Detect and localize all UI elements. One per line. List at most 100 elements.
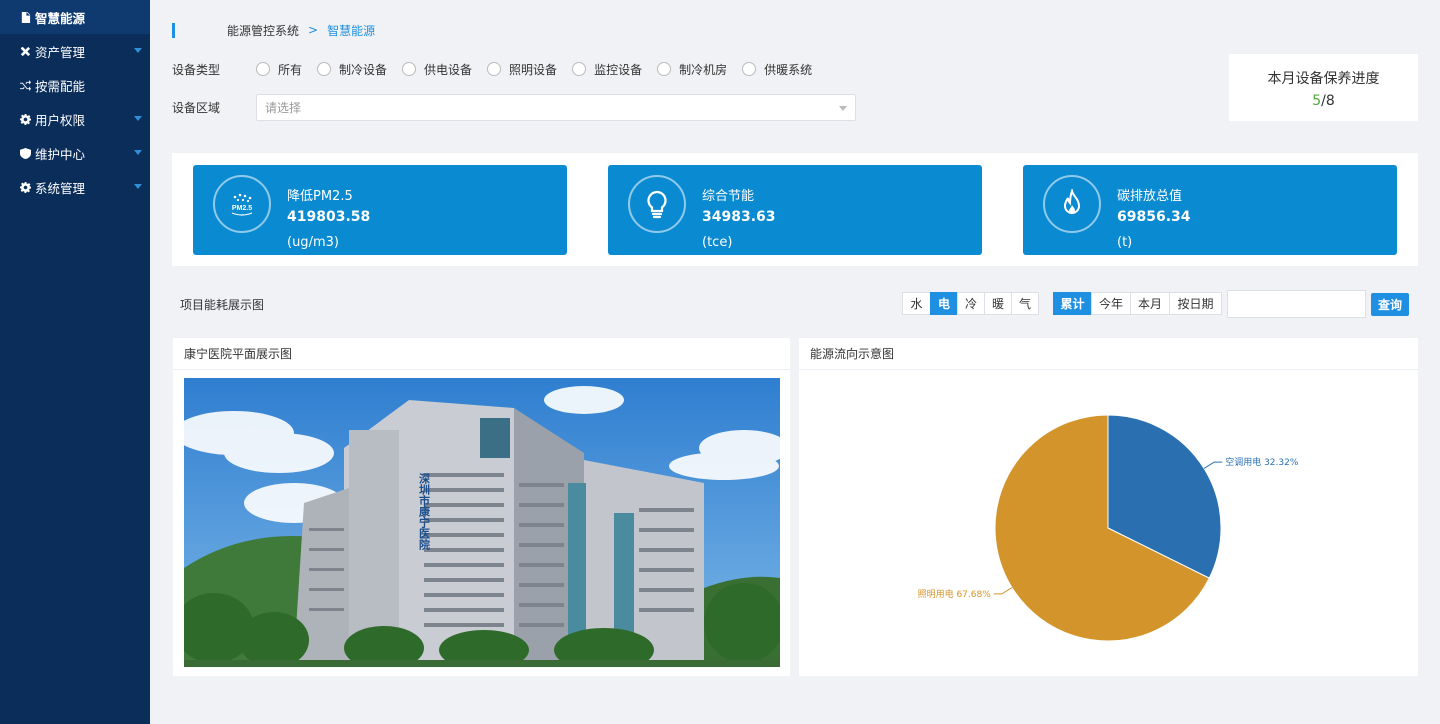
radio-heating-system[interactable]: 供暖系统 bbox=[742, 61, 812, 78]
floorplan-panel-title: 康宁医院平面展示图 bbox=[173, 338, 790, 370]
radio-power-equipment[interactable]: 供电设备 bbox=[402, 61, 472, 78]
pm25-icon: PM2.5 bbox=[213, 175, 271, 233]
stat-name: 综合节能 bbox=[702, 189, 755, 204]
stat-name: 降低PM2.5 bbox=[287, 189, 353, 204]
chevron-down-icon bbox=[134, 184, 142, 189]
device-type-filter: 设备类型 所有 制冷设备 供电设备 照明设备 监控设备 制冷机房 供暖系统 bbox=[172, 61, 827, 77]
document-icon bbox=[19, 11, 31, 23]
radio-label: 供电设备 bbox=[424, 62, 473, 77]
stat-unit: (tce) bbox=[702, 235, 733, 250]
radio-circle[interactable] bbox=[657, 62, 672, 76]
device-area-select[interactable]: 请选择 bbox=[256, 94, 856, 121]
maintenance-progress-value: 5/8 bbox=[1229, 93, 1418, 109]
shield-icon bbox=[19, 147, 31, 159]
shuffle-icon bbox=[19, 79, 31, 91]
sidebar-item-label: 系统管理 bbox=[35, 180, 86, 196]
stat-card-energy-saving: 综合节能 34983.63 (tce) bbox=[608, 165, 982, 255]
sidebar-item-label: 按需配能 bbox=[35, 78, 86, 94]
energy-flow-pie-chart: 空调用电 32.32% 照明用电 67.68% bbox=[918, 414, 1299, 642]
date-input[interactable] bbox=[1227, 290, 1366, 318]
stat-name: 碳排放总值 bbox=[1117, 189, 1183, 204]
radio-cooling-equipment[interactable]: 制冷设备 bbox=[317, 61, 387, 78]
sidebar-item-smart-energy[interactable]: 智慧能源 bbox=[0, 0, 150, 34]
sidebar-item-on-demand[interactable]: 按需配能 bbox=[0, 68, 150, 102]
flame-icon bbox=[1043, 175, 1101, 233]
query-button[interactable]: 查询 bbox=[1371, 293, 1409, 316]
energy-display-title: 项目能耗展示图 bbox=[180, 298, 265, 312]
sidebar-item-asset-management[interactable]: 资产管理 bbox=[0, 34, 150, 68]
breadcrumb-home[interactable]: 能源管控系统 bbox=[227, 22, 299, 39]
radio-all[interactable]: 所有 bbox=[256, 61, 302, 78]
pie-label-line bbox=[1203, 461, 1223, 469]
breadcrumb-accent-bar bbox=[172, 22, 175, 38]
maintenance-progress-card: 本月设备保养进度 5/8 bbox=[1229, 54, 1418, 121]
sidebar-item-label: 智慧能源 bbox=[35, 10, 86, 26]
breadcrumb-separator: > bbox=[308, 23, 319, 37]
breadcrumb-current: 智慧能源 bbox=[327, 23, 376, 38]
energy-type-toggle: 水 电 冷 暖 气 bbox=[902, 292, 1039, 315]
chevron-down-icon bbox=[134, 116, 142, 121]
maintenance-done: 5 bbox=[1312, 93, 1322, 109]
sidebar: 智慧能源 资产管理 按需配能 用户权限 维护中心 系统管理 bbox=[0, 0, 150, 724]
radio-label: 供暖系统 bbox=[764, 62, 813, 77]
stat-unit: (t) bbox=[1117, 235, 1133, 250]
sidebar-item-label: 用户权限 bbox=[35, 112, 86, 128]
radio-label: 所有 bbox=[278, 62, 303, 77]
period-by-date-button[interactable]: 按日期 bbox=[1169, 292, 1222, 315]
breadcrumb: 能源管控系统 > 智慧能源 bbox=[172, 22, 375, 38]
period-this-month-button[interactable]: 本月 bbox=[1130, 292, 1170, 315]
stat-value: 34983.63 bbox=[702, 209, 776, 225]
radio-label: 制冷机房 bbox=[679, 62, 728, 77]
sidebar-item-label: 维护中心 bbox=[35, 146, 86, 162]
radio-circle[interactable] bbox=[742, 62, 757, 76]
energy-type-water-button[interactable]: 水 bbox=[902, 292, 931, 315]
pie-label: 空调用电 32.32% bbox=[1225, 456, 1299, 468]
energy-flow-panel: 能源流向示意图 空调用电 32.32% 照明用电 67.68% bbox=[799, 338, 1418, 676]
svg-text:PM2.5: PM2.5 bbox=[232, 205, 252, 212]
device-type-label: 设备类型 bbox=[172, 62, 221, 77]
energy-type-cooling-button[interactable]: 冷 bbox=[957, 292, 985, 315]
sidebar-item-system-management[interactable]: 系统管理 bbox=[0, 170, 150, 204]
gear-icon bbox=[19, 181, 31, 193]
lightbulb-icon bbox=[628, 175, 686, 233]
pie-label: 照明用电 67.68% bbox=[918, 588, 992, 600]
stat-unit: (ug/m3) bbox=[287, 235, 339, 250]
device-area-label: 设备区域 bbox=[172, 101, 221, 115]
radio-monitoring-equipment[interactable]: 监控设备 bbox=[572, 61, 642, 78]
radio-circle[interactable] bbox=[402, 62, 417, 76]
radio-circle[interactable] bbox=[317, 62, 332, 76]
period-toggle: 累计 今年 本月 按日期 bbox=[1053, 292, 1222, 315]
maintenance-total: 8 bbox=[1325, 93, 1335, 109]
radio-label: 制冷设备 bbox=[339, 62, 388, 77]
radio-lighting-equipment[interactable]: 照明设备 bbox=[487, 61, 557, 78]
select-placeholder: 请选择 bbox=[265, 101, 302, 115]
maintenance-title: 本月设备保养进度 bbox=[1267, 71, 1380, 87]
energy-flow-panel-title: 能源流向示意图 bbox=[799, 338, 1418, 370]
period-cumulative-button[interactable]: 累计 bbox=[1053, 292, 1092, 315]
period-this-year-button[interactable]: 今年 bbox=[1091, 292, 1131, 315]
chevron-down-icon bbox=[134, 150, 142, 155]
energy-type-heating-button[interactable]: 暖 bbox=[984, 292, 1012, 315]
stat-value: 419803.58 bbox=[287, 209, 371, 225]
radio-label: 监控设备 bbox=[594, 62, 643, 77]
energy-type-electricity-button[interactable]: 电 bbox=[930, 292, 958, 315]
main-content: 能源管控系统 > 智慧能源 设备类型 所有 制冷设备 供电设备 照明设备 监控设… bbox=[150, 0, 1440, 724]
energy-type-gas-button[interactable]: 气 bbox=[1011, 292, 1039, 315]
radio-chiller-room[interactable]: 制冷机房 bbox=[657, 61, 727, 78]
floorplan-panel: 康宁医院平面展示图 深圳市康宁医院 bbox=[173, 338, 790, 676]
device-area-filter: 设备区域 请选择 bbox=[172, 94, 856, 121]
radio-circle[interactable] bbox=[256, 62, 270, 76]
sidebar-item-user-permissions[interactable]: 用户权限 bbox=[0, 102, 150, 136]
hospital-sign: 深圳市康宁医院 bbox=[418, 472, 431, 551]
pie-label-line bbox=[993, 587, 1013, 595]
chevron-down-icon bbox=[134, 48, 142, 53]
tools-icon bbox=[19, 45, 31, 57]
hospital-photo: 深圳市康宁医院 bbox=[184, 378, 780, 667]
gear-icon bbox=[19, 113, 31, 125]
radio-circle[interactable] bbox=[572, 62, 587, 76]
sidebar-item-maintenance-center[interactable]: 维护中心 bbox=[0, 136, 150, 170]
sidebar-item-label: 资产管理 bbox=[35, 44, 86, 60]
stat-value: 69856.34 bbox=[1117, 209, 1191, 225]
chevron-down-icon bbox=[839, 106, 847, 111]
radio-circle[interactable] bbox=[487, 62, 502, 76]
